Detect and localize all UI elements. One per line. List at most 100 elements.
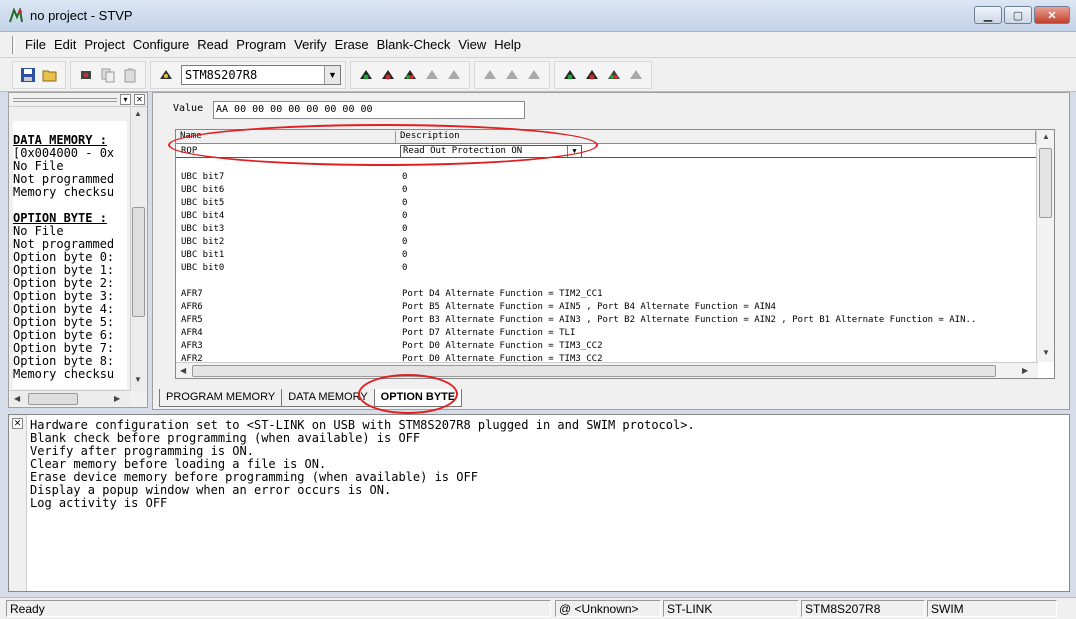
program-all-button[interactable]	[377, 64, 399, 86]
option-name: AFR7	[181, 289, 203, 299]
panel-header: ▾ ✕	[9, 93, 147, 107]
value-field[interactable]: AA 00 00 00 00 00 00 00 00	[213, 101, 525, 119]
paste-button[interactable]	[119, 64, 141, 86]
chevron-down-icon[interactable]: ▼	[567, 146, 581, 157]
option-row[interactable]: AFR5 Port B3 Alternate Function = AIN3 , …	[176, 314, 1036, 327]
menu-erase[interactable]: Erase	[331, 37, 373, 52]
minimize-button[interactable]: ▁	[974, 6, 1002, 24]
copy-button[interactable]	[97, 64, 119, 86]
memory-summary-text: DATA MEMORY : [0x004000 - 0x No File Not pr…	[13, 121, 127, 389]
option-name: UBC bit5	[181, 198, 225, 208]
scroll-left-icon[interactable]: ◀	[14, 394, 20, 403]
program-tab-button[interactable]	[501, 64, 523, 86]
rop-row[interactable]: ROP Read Out Protection ON ▼	[176, 145, 1036, 158]
summary-horizontal-scrollbar[interactable]: ◀ ▶	[10, 390, 130, 406]
option-name: AFR6	[181, 302, 203, 312]
log-side-bar: ✕	[9, 415, 27, 591]
save-button[interactable]	[17, 64, 39, 86]
option-row[interactable]: AFR6 Port B5 Alternate Function = AIN5 , …	[176, 301, 1036, 314]
read-tab-button[interactable]	[479, 64, 501, 86]
grid-vertical-scrollbar[interactable]: ▲ ▼	[1036, 130, 1054, 362]
scroll-down-icon[interactable]: ▼	[134, 375, 142, 384]
option-row[interactable]: AFR4 Port D7 Alternate Function = TLI	[176, 327, 1036, 340]
log-close-icon[interactable]: ✕	[12, 418, 23, 429]
save-icon	[21, 67, 35, 82]
summary-vertical-scrollbar[interactable]: ▲ ▼	[130, 107, 146, 391]
close-button[interactable]: ✕	[1034, 6, 1070, 24]
read-option-button[interactable]	[559, 64, 581, 86]
option-row[interactable]: UBC bit0 0	[176, 262, 1036, 275]
device-select[interactable]: STM8S207R8 ▼	[181, 64, 341, 85]
scroll-thumb[interactable]	[1039, 148, 1052, 218]
scroll-thumb[interactable]	[28, 393, 78, 405]
menu-edit[interactable]: Edit	[50, 37, 80, 52]
blank-check-option-button[interactable]	[625, 64, 647, 86]
scroll-thumb[interactable]	[132, 207, 145, 317]
option-description: 0	[402, 172, 408, 182]
log-panel: ✕ Hardware configuration set to <ST-LINK…	[8, 414, 1070, 592]
log-output: Hardware configuration set to <ST-LINK o…	[30, 419, 695, 510]
title-bar: no project - STVP ▁ ▢ ✕	[0, 0, 1076, 32]
close-icon: ✕	[1047, 9, 1057, 22]
device-icon-button[interactable]	[155, 64, 177, 86]
menu-blank-check[interactable]: Blank-Check	[373, 37, 455, 52]
menu-read[interactable]: Read	[193, 37, 232, 52]
option-toolbar-group	[554, 60, 652, 89]
toolbar: STM8S207R8 ▼	[0, 58, 1076, 92]
menu-file[interactable]: File	[21, 37, 50, 52]
status-port: @ <Unknown>	[555, 600, 661, 617]
option-row[interactable]: UBC bit3 0	[176, 223, 1036, 236]
option-row[interactable]: AFR3 Port D0 Alternate Function = TIM3_CC…	[176, 340, 1036, 353]
option-name: UBC bit2	[181, 237, 225, 247]
option-row[interactable]: UBC bit1 0	[176, 249, 1036, 262]
scroll-thumb[interactable]	[192, 365, 996, 377]
panel-close-icon[interactable]: ✕	[134, 94, 145, 105]
log-line: Log activity is OFF	[30, 496, 168, 510]
blank-check-all-button[interactable]	[443, 64, 465, 86]
option-row[interactable]: UBC bit2 0	[176, 236, 1036, 249]
scroll-up-icon[interactable]: ▲	[1042, 132, 1050, 141]
column-description[interactable]: Description	[396, 131, 1036, 143]
option-row[interactable]: UBC bit6 0	[176, 184, 1036, 197]
option-row[interactable]: AFR7 Port D4 Alternate Function = TIM2_CC…	[176, 288, 1036, 301]
option-row[interactable]: UBC bit5 0	[176, 197, 1036, 210]
grid-horizontal-scrollbar[interactable]: ◀ ▶	[176, 362, 1038, 378]
tab-program-memory[interactable]: PROGRAM MEMORY	[159, 389, 283, 407]
chevron-down-icon[interactable]: ▼	[324, 65, 340, 84]
maximize-button[interactable]: ▢	[1004, 6, 1032, 24]
scroll-down-icon[interactable]: ▼	[1042, 348, 1050, 357]
menu-configure[interactable]: Configure	[129, 37, 193, 52]
option-row[interactable]	[176, 275, 1036, 288]
rop-select[interactable]: Read Out Protection ON ▼	[400, 145, 582, 158]
open-folder-icon	[42, 70, 57, 81]
tab-data-memory[interactable]: DATA MEMORY	[281, 389, 375, 407]
verify-all-button[interactable]	[399, 64, 421, 86]
read-option-icon	[564, 69, 576, 79]
program-option-button[interactable]	[581, 64, 603, 86]
read-all-button[interactable]	[355, 64, 377, 86]
verify-tab-icon	[528, 69, 540, 79]
verify-tab-button[interactable]	[523, 64, 545, 86]
window-title: no project - STVP	[30, 8, 133, 23]
scroll-up-icon[interactable]: ▲	[134, 109, 142, 118]
column-name[interactable]: Name	[176, 131, 396, 143]
connect-button[interactable]	[75, 64, 97, 86]
verify-option-button[interactable]	[603, 64, 625, 86]
panel-restore-icon[interactable]: ▾	[120, 94, 131, 105]
menu-program[interactable]: Program	[232, 37, 290, 52]
menu-verify[interactable]: Verify	[290, 37, 331, 52]
erase-all-button[interactable]	[421, 64, 443, 86]
program-tab-icon	[506, 69, 518, 79]
open-button[interactable]	[39, 64, 61, 86]
scroll-left-icon[interactable]: ◀	[180, 366, 186, 375]
scroll-right-icon[interactable]: ▶	[114, 394, 120, 403]
option-row[interactable]: UBC bit4 0	[176, 210, 1036, 223]
option-row[interactable]: UBC bit7 0	[176, 171, 1036, 184]
scroll-right-icon[interactable]: ▶	[1022, 366, 1028, 375]
menu-view[interactable]: View	[454, 37, 490, 52]
option-description: Port B3 Alternate Function = AIN3 , Port…	[402, 315, 977, 325]
menu-bar: File Edit Project Configure Read Program…	[0, 32, 1076, 58]
menu-help[interactable]: Help	[490, 37, 525, 52]
tab-option-byte[interactable]: OPTION BYTE	[373, 389, 463, 407]
menu-project[interactable]: Project	[80, 37, 128, 52]
